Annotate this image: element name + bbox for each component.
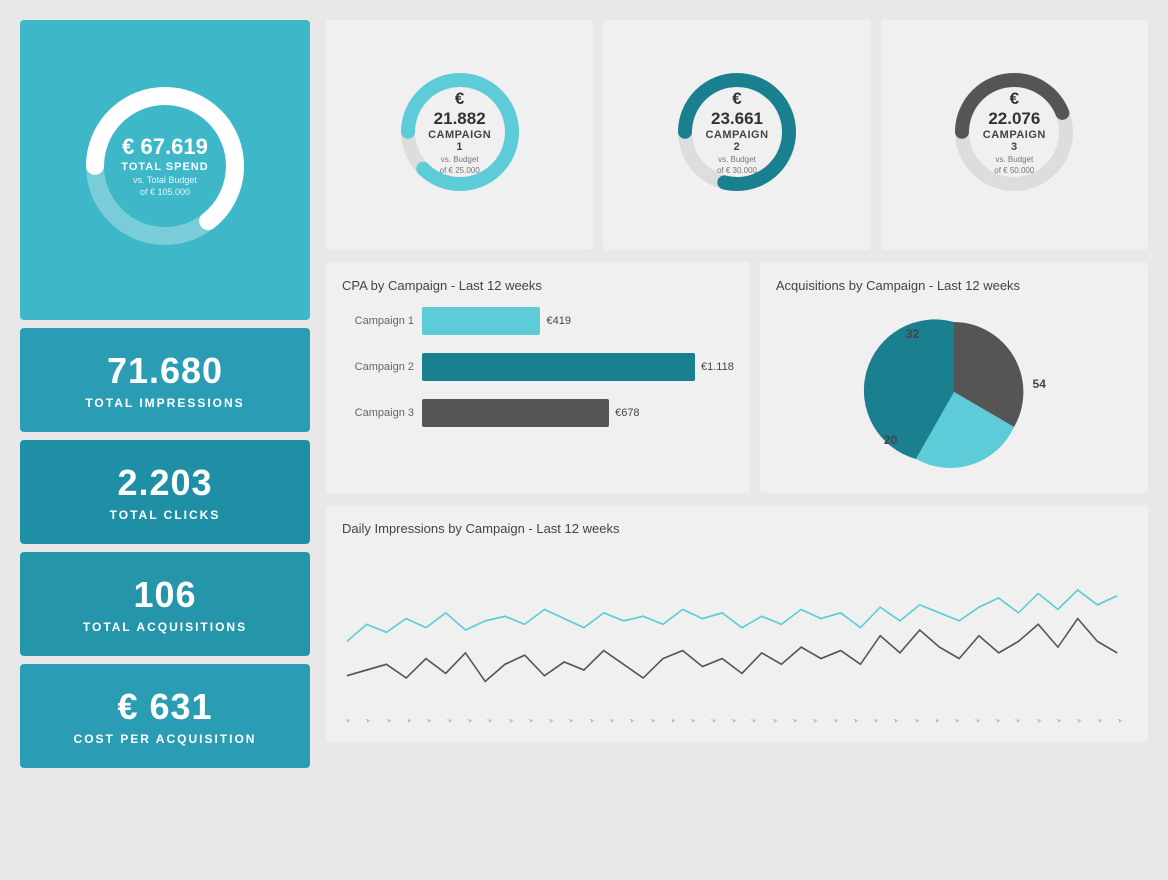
acquisitions-number: 106 (133, 574, 196, 616)
bar-row-2: Campaign 2 €1.118 (342, 353, 734, 381)
total-spend-amount: € 67.619 (121, 135, 208, 159)
campaign-3-name: CAMPAIGN 3 (982, 129, 1047, 153)
dashboard: € 67.619 TOTAL SPEND vs. Total Budget of… (20, 20, 1148, 768)
campaign-3-amount: € 22.076 (982, 89, 1047, 129)
campaign-1-card: € 21.882 CAMPAIGN 1 vs. Budget of € 25.0… (326, 20, 593, 250)
bar-value-1: €419 (546, 315, 570, 327)
campaign-3-donut: € 22.076 CAMPAIGN 3 vs. Budget of € 50.0… (949, 67, 1079, 197)
bar-track-2: €1.118 (422, 353, 734, 381)
campaign-2-amount: € 23.661 (704, 89, 769, 129)
clicks-card: 2.203 TOTAL CLICKS (20, 440, 310, 544)
campaign-1-donut: € 21.882 CAMPAIGN 1 vs. Budget of € 25.0… (395, 67, 525, 197)
cpa-card: € 631 COST PER ACQUISITION (20, 664, 310, 768)
impressions-card: 71.680 TOTAL IMPRESSIONS (20, 328, 310, 432)
total-spend-label: TOTAL SPEND (121, 161, 208, 173)
bar-label-2: Campaign 2 (342, 361, 414, 373)
impressions-chart-title: Daily Impressions by Campaign - Last 12 … (342, 521, 1132, 536)
pie-label-54: 54 (1033, 377, 1046, 391)
bar-row-1: Campaign 1 €419 (342, 307, 734, 335)
total-spend-sub2: of € 105.000 (121, 187, 208, 197)
impressions-label: TOTAL IMPRESSIONS (85, 396, 244, 410)
pie-label-32: 32 (906, 327, 919, 341)
acquisitions-card: 106 TOTAL ACQUISITIONS (20, 552, 310, 656)
impressions-number: 71.680 (107, 350, 223, 392)
campaign-1-name: CAMPAIGN 1 (427, 129, 492, 153)
total-spend-center: € 67.619 TOTAL SPEND vs. Total Budget of… (121, 135, 208, 197)
impressions-line-chart: Daily Impressions by Campaign - Last 12 … (326, 505, 1148, 742)
clicks-number: 2.203 (117, 462, 212, 504)
left-column: € 67.619 TOTAL SPEND vs. Total Budget of… (20, 20, 310, 768)
bar-track-3: €678 (422, 399, 734, 427)
acquisitions-label: TOTAL ACQUISITIONS (83, 620, 247, 634)
campaign-1-text: € 21.882 CAMPAIGN 1 vs. Budget of € 25.0… (427, 89, 492, 175)
bar-fill-2 (422, 353, 695, 381)
total-spend-donut: € 67.619 TOTAL SPEND vs. Total Budget of… (75, 76, 255, 256)
campaign-2-sub2: of € 30.000 (704, 166, 769, 175)
campaign-2-donut: € 23.661 CAMPAIGN 2 vs. Budget of € 30.0… (672, 67, 802, 197)
cpa-number: € 631 (117, 686, 212, 728)
campaign-2-sub1: vs. Budget (704, 155, 769, 164)
cpa-bar-chart: CPA by Campaign - Last 12 weeks Campaign… (326, 262, 750, 493)
campaign-1-sub1: vs. Budget (427, 155, 492, 164)
bar-fill-3 (422, 399, 609, 427)
campaign-cards-row: € 21.882 CAMPAIGN 1 vs. Budget of € 25.0… (326, 20, 1148, 250)
x-axis-labels: 2016.01.27 2016.01.23 2016.01.25 2016.01… (342, 719, 1132, 726)
campaign-3-text: € 22.076 CAMPAIGN 3 vs. Budget of € 50.0… (982, 89, 1047, 175)
cpa-chart-title: CPA by Campaign - Last 12 weeks (342, 278, 734, 293)
bar-row-3: Campaign 3 €678 (342, 399, 734, 427)
campaign-3-sub1: vs. Budget (982, 155, 1047, 164)
campaign-2-name: CAMPAIGN 2 (704, 129, 769, 153)
bar-value-3: €678 (615, 407, 639, 419)
campaign-2-card: € 23.661 CAMPAIGN 2 vs. Budget of € 30.0… (603, 20, 870, 250)
total-spend-sub1: vs. Total Budget (121, 175, 208, 185)
acquisitions-pie-chart: Acquisitions by Campaign - Last 12 weeks… (760, 262, 1148, 493)
bar-label-3: Campaign 3 (342, 407, 414, 419)
campaign-2-text: € 23.661 CAMPAIGN 2 vs. Budget of € 30.0… (704, 89, 769, 175)
campaign-3-card: € 22.076 CAMPAIGN 3 vs. Budget of € 50.0… (881, 20, 1148, 250)
bar-label-1: Campaign 1 (342, 315, 414, 327)
campaign-1-amount: € 21.882 (427, 89, 492, 129)
clicks-label: TOTAL CLICKS (110, 508, 221, 522)
bar-value-2: €1.118 (701, 361, 734, 373)
charts-row: CPA by Campaign - Last 12 weeks Campaign… (326, 262, 1148, 493)
pie-label-20: 20 (884, 433, 897, 447)
right-column: € 21.882 CAMPAIGN 1 vs. Budget of € 25.0… (326, 20, 1148, 768)
pie-wrapper: 32 54 20 (854, 307, 1054, 477)
bar-fill-1 (422, 307, 540, 335)
total-spend-card: € 67.619 TOTAL SPEND vs. Total Budget of… (20, 20, 310, 320)
bar-track-1: €419 (422, 307, 734, 335)
cpa-label: COST PER ACQUISITION (74, 732, 257, 746)
campaign-3-sub2: of € 50.000 (982, 166, 1047, 175)
campaign-1-sub2: of € 25.000 (427, 166, 492, 175)
acquisitions-chart-title: Acquisitions by Campaign - Last 12 weeks (776, 278, 1132, 293)
